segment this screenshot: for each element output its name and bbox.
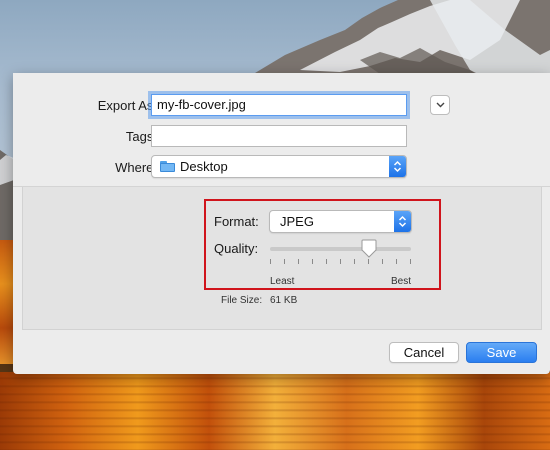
where-popup[interactable]: Desktop bbox=[151, 155, 407, 178]
expand-dialog-button[interactable] bbox=[430, 95, 450, 115]
chevron-down-icon bbox=[436, 102, 444, 108]
lake-reflection bbox=[0, 372, 550, 450]
file-size-label: File Size: bbox=[221, 295, 263, 306]
popup-arrows-icon bbox=[389, 156, 406, 177]
save-button[interactable]: Save bbox=[466, 342, 537, 363]
file-size-value: 61 KB bbox=[270, 295, 298, 306]
annotation-highlight-box bbox=[204, 199, 441, 290]
cancel-button[interactable]: Cancel bbox=[389, 342, 459, 363]
autumn-trees-left bbox=[0, 240, 14, 372]
tags-field[interactable] bbox=[151, 125, 407, 147]
export-as-label: Export As: bbox=[97, 98, 157, 113]
where-value: Desktop bbox=[180, 159, 228, 174]
folder-icon bbox=[160, 161, 175, 172]
export-as-field[interactable]: my-fb-cover.jpg bbox=[151, 94, 407, 116]
